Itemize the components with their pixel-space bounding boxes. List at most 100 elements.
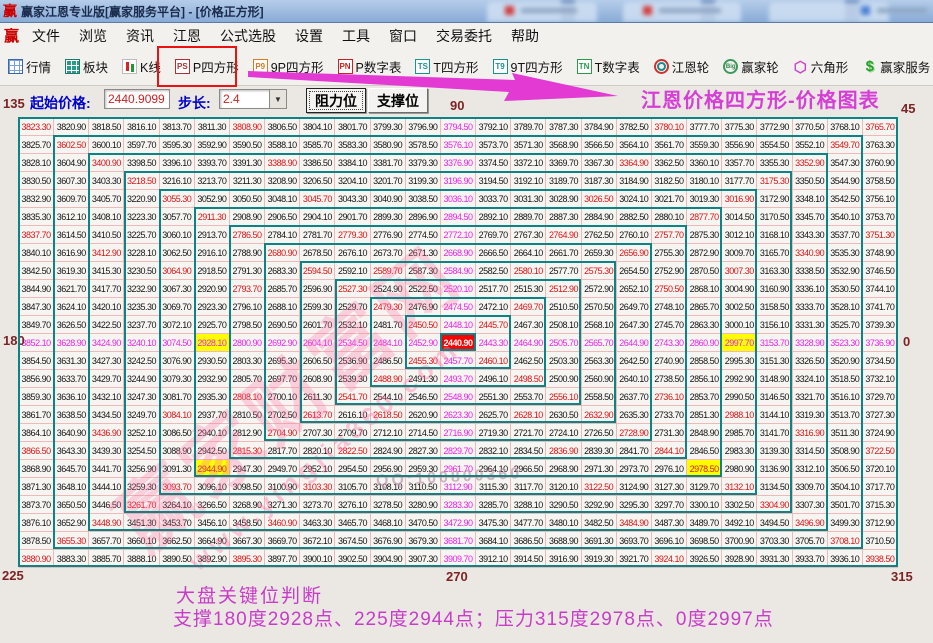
price-cell: 3619.30 (54, 262, 89, 280)
key-level-cell: 2997.70 (722, 334, 757, 352)
toolbar-9t-square-button[interactable]: T99T四方形 (491, 55, 565, 78)
price-cell: 3012.10 (722, 226, 757, 244)
price-cell: 2964.10 (476, 460, 511, 478)
toolbar-big-wheel-button[interactable]: Big赢家轮 (721, 55, 781, 78)
price-cell: 3652.90 (54, 514, 89, 532)
price-cell: 3352.90 (793, 154, 828, 172)
price-cell: 3662.50 (160, 532, 195, 550)
price-cell: 3720.10 (863, 460, 898, 478)
toolbar-sectors-button[interactable]: 板块 (63, 55, 110, 78)
toolbar-service-button[interactable]: $赢家服务 (860, 55, 932, 78)
toolbar-t-square-button[interactable]: TST四方形 (413, 55, 480, 78)
menu-item-帮助[interactable]: 帮助 (506, 24, 544, 48)
price-cell: 3064.90 (160, 262, 195, 280)
price-cell: 2503.30 (546, 352, 581, 370)
price-cell: 3643.30 (54, 442, 89, 460)
price-cell: 3235.30 (124, 298, 159, 316)
price-cell: 3928.90 (722, 550, 757, 568)
step-combobox[interactable]: 2.4 ▼ (219, 89, 287, 109)
hexagon-icon: ⬡ (793, 59, 808, 74)
price-cell: 3895.30 (230, 550, 265, 568)
menu-item-江恩[interactable]: 江恩 (168, 24, 206, 48)
price-cell: 2635.30 (617, 406, 652, 424)
price-cell: 3912.10 (476, 550, 511, 568)
price-cell: 2676.10 (335, 244, 370, 262)
toolbar-p-table-button[interactable]: PNP数字表 (336, 55, 404, 78)
price-cell: 3902.50 (335, 550, 370, 568)
price-cell: 3616.90 (54, 244, 89, 262)
price-cell: 3508.90 (828, 442, 863, 460)
start-price-input[interactable] (104, 89, 170, 109)
menu-item-交易委托[interactable]: 交易委托 (431, 24, 497, 48)
menu-item-文件[interactable]: 文件 (27, 24, 65, 48)
price-cell: 3494.50 (757, 514, 792, 532)
price-cell: 3823.30 (19, 118, 54, 136)
price-cell: 2745.70 (652, 316, 687, 334)
price-cell: 3004.90 (722, 280, 757, 298)
price-cell: 3177.70 (722, 172, 757, 190)
price-cell: 3736.90 (863, 334, 898, 352)
menu-item-工具[interactable]: 工具 (337, 24, 375, 48)
price-cell: 3081.70 (160, 388, 195, 406)
price-cell: 3199.30 (406, 172, 441, 190)
price-cell: 3321.70 (793, 388, 828, 406)
price-cell: 3568.90 (546, 136, 581, 154)
resistance-button[interactable]: 阻力位 (306, 88, 366, 113)
toolbar-quotes-button[interactable]: 行情 (6, 55, 53, 78)
toolbar: 行情板块K线PSP四方形P99P四方形PNP数字表TST四方形T99T四方形TN… (0, 48, 933, 86)
price-cell: 2548.90 (441, 388, 476, 406)
support-button[interactable]: 支撑位 (368, 88, 428, 113)
price-cell: 3470.50 (406, 514, 441, 532)
price-cell: 3868.90 (19, 460, 54, 478)
price-cell: 3362.50 (652, 154, 687, 172)
price-cell: 3420.10 (89, 298, 124, 316)
service-icon: $ (862, 59, 877, 74)
price-cell: 3028.90 (546, 190, 581, 208)
chevron-down-icon[interactable]: ▼ (269, 90, 286, 108)
price-cell: 2714.50 (406, 424, 441, 442)
price-cell: 3472.90 (441, 514, 476, 532)
menu-item-设置[interactable]: 设置 (290, 24, 328, 48)
price-cell: 3211.30 (230, 172, 265, 190)
price-cell: 2500.90 (546, 370, 581, 388)
price-cell: 3703.30 (757, 532, 792, 550)
toolbar-9p-square-button[interactable]: P99P四方形 (251, 55, 326, 78)
price-cell: 3220.90 (124, 190, 159, 208)
price-cell: 3206.50 (300, 172, 335, 190)
price-cell: 3391.30 (230, 154, 265, 172)
price-cell: 3919.30 (582, 550, 617, 568)
price-cell: 3936.10 (828, 550, 863, 568)
price-cell: 2707.30 (300, 424, 335, 442)
price-cell: 3117.70 (511, 478, 546, 496)
price-cell: 3837.70 (19, 226, 54, 244)
toolbar-9p-square-label: 9P四方形 (271, 57, 324, 76)
toolbar-hexagon-button[interactable]: ⬡六角形 (791, 55, 851, 78)
toolbar-gann-wheel-button[interactable]: 江恩轮 (652, 55, 712, 78)
price-cell: 2512.90 (546, 280, 581, 298)
price-cell: 2719.30 (476, 424, 511, 442)
price-cell: 3561.70 (652, 136, 687, 154)
price-cell: 3422.50 (89, 316, 124, 334)
price-cell: 3132.10 (722, 478, 757, 496)
price-cell: 3672.10 (300, 532, 335, 550)
menu-item-浏览[interactable]: 浏览 (74, 24, 112, 48)
price-cell: 3468.10 (371, 514, 406, 532)
blur-text (521, 8, 577, 13)
price-cell: 3208.90 (265, 172, 300, 190)
price-cell: 3482.50 (582, 514, 617, 532)
price-cell: 3458.50 (230, 514, 265, 532)
price-cell: 3285.70 (476, 496, 511, 514)
price-cell: 3931.30 (757, 550, 792, 568)
price-cell: 3758.50 (863, 172, 898, 190)
step-label: 步长: (178, 93, 211, 113)
price-cell: 3556.90 (722, 136, 757, 154)
price-cell: 3621.70 (54, 280, 89, 298)
menu-item-窗口[interactable]: 窗口 (384, 24, 422, 48)
price-cell: 3775.30 (722, 118, 757, 136)
price-cell: 3144.10 (757, 406, 792, 424)
price-cell: 2834.50 (511, 442, 546, 460)
menu-item-公式选股[interactable]: 公式选股 (215, 24, 281, 48)
t-square-icon: TS (415, 59, 430, 74)
toolbar-t-table-button[interactable]: TNT数字表 (575, 55, 642, 78)
menu-item-资讯[interactable]: 资讯 (121, 24, 159, 48)
